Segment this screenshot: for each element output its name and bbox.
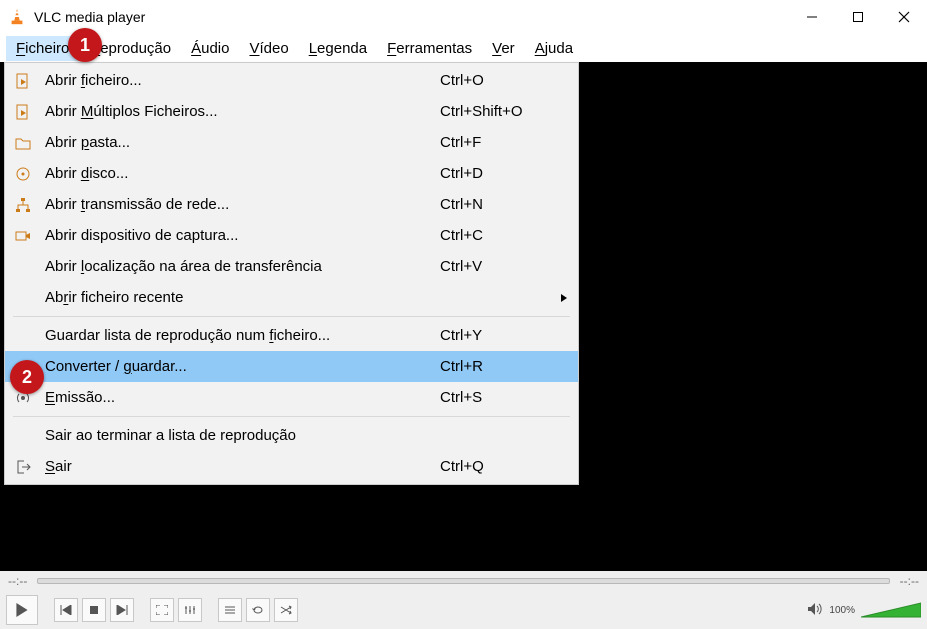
speaker-icon[interactable] [807, 602, 823, 619]
menuitem-shortcut: Ctrl+S [440, 389, 550, 406]
folder-icon [11, 135, 35, 151]
bottom-bar: --:-- --:-- 100% [0, 571, 927, 629]
menu-áudio[interactable]: Áudio [181, 36, 239, 61]
time-bar: --:-- --:-- [0, 571, 927, 591]
menuitem-shortcut: Ctrl+N [440, 196, 550, 213]
titlebar: VLC media player [0, 0, 927, 34]
menu-ferramentas[interactable]: Ferramentas [377, 36, 482, 61]
menuitem-shortcut: Ctrl+Y [440, 327, 550, 344]
window-buttons [789, 0, 927, 34]
menuitem-guardar-lista-de-reprodu-o-num-ficheiro[interactable]: Guardar lista de reprodução num ficheiro… [5, 320, 578, 351]
stop-button[interactable] [82, 598, 106, 622]
annotation-badge-2: 2 [10, 360, 44, 394]
menubar: FicheiroReproduçãoÁudioVídeoLegendaFerra… [0, 34, 927, 62]
next-button[interactable] [110, 598, 134, 622]
menuitem-shortcut: Ctrl+D [440, 165, 550, 182]
menu-separator [13, 416, 570, 417]
loop-button[interactable] [246, 598, 270, 622]
menu-ver[interactable]: Ver [482, 36, 525, 61]
menuitem-shortcut: Ctrl+Q [440, 458, 550, 475]
menuitem-label: Abrir transmissão de rede... [35, 196, 440, 213]
menuitem-label: Converter / guardar... [35, 358, 440, 375]
menuitem-abrir-transmiss-o-de-rede[interactable]: Abrir transmissão de rede...Ctrl+N [5, 189, 578, 220]
menuitem-label: Abrir localização na área de transferênc… [35, 258, 440, 275]
menu-ajuda[interactable]: Ajuda [525, 36, 583, 61]
menuitem-label: Guardar lista de reprodução num ficheiro… [35, 327, 440, 344]
prev-button[interactable] [54, 598, 78, 622]
menuitem-shortcut: Ctrl+Shift+O [440, 103, 550, 120]
menuitem-abrir-disco[interactable]: Abrir disco...Ctrl+D [5, 158, 578, 189]
seek-slider[interactable] [37, 578, 889, 584]
menuitem-abrir-pasta[interactable]: Abrir pasta...Ctrl+F [5, 127, 578, 158]
file-video-icon [11, 73, 35, 89]
menuitem-abrir-m-ltiplos-ficheiros[interactable]: Abrir Múltiplos Ficheiros...Ctrl+Shift+O [5, 96, 578, 127]
annotation-badge-1: 1 [68, 28, 102, 62]
submenu-arrow-icon [550, 294, 568, 302]
ext-settings-button[interactable] [178, 598, 202, 622]
menuitem-emiss-o[interactable]: Emissão...Ctrl+S [5, 382, 578, 413]
disc-icon [11, 166, 35, 182]
menuitem-abrir-dispositivo-de-captura[interactable]: Abrir dispositivo de captura...Ctrl+C [5, 220, 578, 251]
file-menu-dropdown: Abrir ficheiro...Ctrl+OAbrir Múltiplos F… [4, 62, 579, 485]
playlist-button[interactable] [218, 598, 242, 622]
menuitem-converter-guardar[interactable]: Converter / guardar...Ctrl+R [5, 351, 578, 382]
menu-vídeo[interactable]: Vídeo [239, 36, 298, 61]
menu-separator [13, 316, 570, 317]
menu-legenda[interactable]: Legenda [299, 36, 377, 61]
menuitem-shortcut: Ctrl+R [440, 358, 550, 375]
menuitem-abrir-localiza-o-na-rea-de-transfer-ncia[interactable]: Abrir localização na área de transferênc… [5, 251, 578, 282]
maximize-button[interactable] [835, 0, 881, 34]
menuitem-sair[interactable]: SairCtrl+Q [5, 451, 578, 482]
quit-icon [11, 459, 35, 475]
minimize-button[interactable] [789, 0, 835, 34]
fullscreen-button[interactable] [150, 598, 174, 622]
menuitem-abrir-ficheiro[interactable]: Abrir ficheiro...Ctrl+O [5, 65, 578, 96]
shuffle-button[interactable] [274, 598, 298, 622]
menuitem-label: Sair [35, 458, 440, 475]
menuitem-shortcut: Ctrl+F [440, 134, 550, 151]
file-video-icon [11, 104, 35, 120]
controls-row: 100% [0, 591, 927, 629]
capture-icon [11, 228, 35, 244]
menuitem-sair-ao-terminar-a-lista-de-reprodu-o[interactable]: Sair ao terminar a lista de reprodução [5, 420, 578, 451]
time-total: --:-- [900, 574, 919, 588]
volume-area: 100% [807, 601, 921, 619]
net-icon [11, 197, 35, 213]
menuitem-label: Abrir ficheiro recente [35, 289, 440, 306]
menuitem-label: Abrir pasta... [35, 134, 440, 151]
menuitem-label: Abrir ficheiro... [35, 72, 440, 89]
menuitem-label: Abrir Múltiplos Ficheiros... [35, 103, 440, 120]
menuitem-label: Emissão... [35, 389, 440, 406]
vlc-cone-icon [8, 8, 26, 26]
volume-slider[interactable] [861, 601, 921, 619]
menuitem-shortcut: Ctrl+V [440, 258, 550, 275]
menuitem-shortcut: Ctrl+C [440, 227, 550, 244]
menuitem-label: Abrir dispositivo de captura... [35, 227, 440, 244]
time-current: --:-- [8, 574, 27, 588]
menuitem-abrir-ficheiro-recente[interactable]: Abrir ficheiro recente [5, 282, 578, 313]
window-title: VLC media player [34, 9, 789, 25]
play-button[interactable] [6, 595, 38, 625]
menuitem-label: Sair ao terminar a lista de reprodução [35, 427, 440, 444]
volume-label: 100% [829, 605, 855, 616]
close-button[interactable] [881, 0, 927, 34]
menuitem-shortcut: Ctrl+O [440, 72, 550, 89]
menuitem-label: Abrir disco... [35, 165, 440, 182]
